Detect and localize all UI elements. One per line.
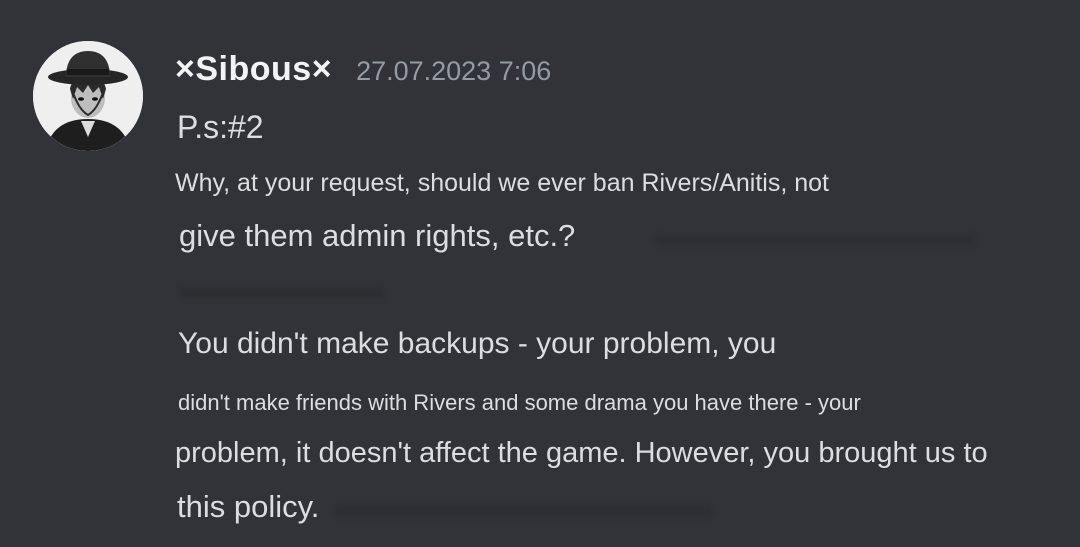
message-line: give them admin rights, etc.? [179, 218, 576, 253]
message-header: ×Sibous× 27.07.2023 7:06 [175, 50, 551, 89]
message-timestamp: 27.07.2023 7:06 [356, 56, 552, 86]
blurred-text-fragment: ▬▬▬▬▬▬▬▬▬▬▬ [655, 220, 974, 252]
blurred-text-fragment: ▬▬▬▬▬▬▬ [180, 272, 383, 304]
chat-message: ×Sibous× 27.07.2023 7:06 ▬▬▬▬▬▬▬▬▬▬▬ ▬▬▬… [0, 0, 1080, 547]
username[interactable]: ×Sibous× [175, 50, 332, 89]
message-line: this policy. [177, 489, 320, 524]
message-line: problem, it doesn't affect the game. How… [175, 437, 988, 469]
message-line: Why, at your request, should we ever ban… [175, 169, 830, 197]
avatar-hat-figure-icon [33, 41, 143, 151]
blurred-text-fragment: ▬▬▬▬▬▬▬▬▬▬▬▬▬ [335, 490, 712, 522]
user-avatar[interactable] [33, 41, 143, 151]
message-line: P.s:#2 [177, 109, 264, 145]
message-line: You didn't make backups - your problem, … [178, 327, 777, 360]
message-line: didn't make friends with Rivers and some… [178, 390, 861, 415]
